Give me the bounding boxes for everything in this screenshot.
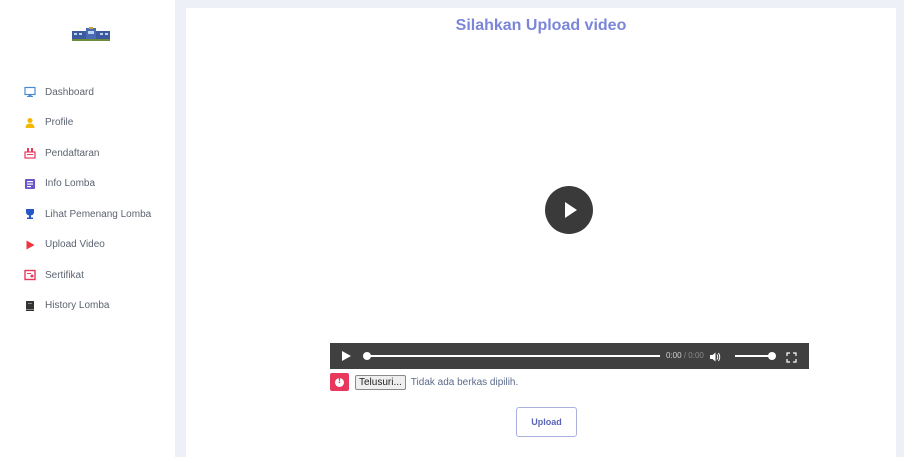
fullscreen-icon[interactable] <box>786 350 797 363</box>
volume-icon[interactable] <box>709 350 721 362</box>
file-input-row: Telusuri... Tidak ada berkas dipilih. <box>330 373 518 391</box>
sidebar-item-label: Lihat Pemenang Lomba <box>45 208 152 220</box>
sidebar-item-dashboard[interactable]: Dashboard <box>0 77 175 108</box>
sidebar-item-label: Upload Video <box>45 239 105 251</box>
school-building-logo <box>72 27 110 41</box>
sidebar-item-lihat-pemenang[interactable]: Lihat Pemenang Lomba <box>0 199 175 230</box>
sidebar-item-profile[interactable]: Profile <box>0 108 175 139</box>
time-display: 0:00 / 0:00 <box>666 351 704 360</box>
sidebar-item-label: Profile <box>45 117 74 129</box>
sidebar-nav: Dashboard Profile Pendaftaran Info Lomba… <box>0 77 175 321</box>
duration: 0:00 <box>688 351 704 360</box>
big-play-button[interactable] <box>545 186 593 234</box>
play-button[interactable] <box>342 351 354 361</box>
monitor-icon <box>24 86 36 98</box>
trophy-icon <box>24 208 36 220</box>
seek-bar[interactable] <box>363 352 660 360</box>
book-icon <box>24 300 36 312</box>
signup-icon <box>24 147 36 159</box>
upload-button[interactable]: Upload <box>516 407 577 437</box>
file-status: Tidak ada berkas dipilih. <box>410 376 519 388</box>
sidebar-item-label: Info Lomba <box>45 178 96 190</box>
seek-handle[interactable] <box>363 352 371 360</box>
sidebar-item-pendaftaran[interactable]: Pendaftaran <box>0 138 175 169</box>
volume-handle[interactable] <box>768 352 776 360</box>
info-icon <box>24 178 36 190</box>
sidebar-item-label: Dashboard <box>45 86 94 98</box>
sidebar-item-label: History Lomba <box>45 300 110 312</box>
browse-button[interactable]: Telusuri... <box>355 374 406 390</box>
sidebar-item-sertifikat[interactable]: Sertifikat <box>0 260 175 291</box>
sidebar-item-history-lomba[interactable]: History Lomba <box>0 291 175 322</box>
sidebar: Dashboard Profile Pendaftaran Info Lomba… <box>0 0 175 457</box>
sidebar-item-label: Sertifikat <box>45 269 84 281</box>
main-panel: Silahkan Upload video 0:00 / 0:00 Telusu… <box>186 8 896 457</box>
volume-slider[interactable] <box>735 352 776 360</box>
certificate-icon <box>24 269 36 281</box>
sidebar-item-label: Pendaftaran <box>45 147 100 159</box>
page-title: Silahkan Upload video <box>455 17 627 34</box>
sidebar-item-upload-video[interactable]: Upload Video <box>0 230 175 261</box>
play-icon <box>24 239 36 251</box>
current-time: 0:00 <box>666 351 682 360</box>
time-separator: / <box>683 351 687 360</box>
sidebar-item-info-lomba[interactable]: Info Lomba <box>0 169 175 200</box>
video-controls: 0:00 / 0:00 <box>330 343 809 369</box>
user-icon <box>24 117 36 129</box>
error-icon <box>330 373 349 391</box>
